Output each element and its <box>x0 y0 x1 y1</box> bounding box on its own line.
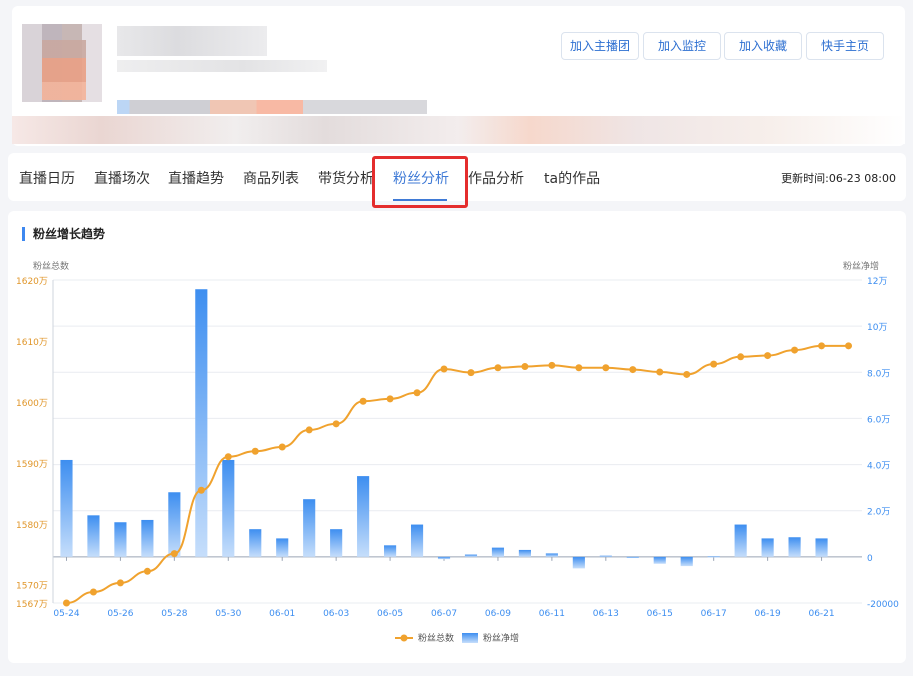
fans-total-point-06-14 <box>629 366 637 374</box>
bar-06-02 <box>303 499 316 557</box>
fans-total-point-06-12 <box>575 364 583 372</box>
fans-total-point-06-11 <box>548 361 556 369</box>
right-tick-label: 12万 <box>867 277 887 287</box>
fans-total-point-06-01 <box>278 443 286 451</box>
left-tick-label: 1620万 <box>16 277 48 287</box>
bar-06-03 <box>330 529 343 557</box>
bar-06-19 <box>761 538 774 557</box>
x-tick-label: 06-03 <box>323 609 349 619</box>
left-tick-label: 1590万 <box>16 460 48 470</box>
bar-05-27 <box>141 519 154 557</box>
right-tick-label: 6.0万 <box>867 415 890 425</box>
bar-06-21 <box>815 538 828 557</box>
fans-total-point-05-30 <box>224 453 232 461</box>
right-tick-label: -20000 <box>867 600 899 610</box>
x-tick-label: 06-17 <box>701 609 727 619</box>
fans-total-point-06-17 <box>710 360 718 368</box>
x-tick-label: 06-19 <box>755 609 781 619</box>
bar-06-15 <box>653 556 666 564</box>
bar-06-13 <box>599 555 612 557</box>
fans-total-point-06-10 <box>521 363 529 371</box>
legend-fans-total: 粉丝总数 <box>418 632 454 644</box>
bar-06-06 <box>410 524 424 557</box>
fans-total-point-06-16 <box>683 370 691 378</box>
x-tick-label: 05-30 <box>215 609 241 619</box>
bar-06-14 <box>626 556 639 559</box>
x-tick-label: 06-11 <box>539 609 565 619</box>
bar-05-31 <box>249 529 262 557</box>
fans-total-point-06-19 <box>764 352 772 360</box>
bar-06-08 <box>464 554 478 557</box>
right-tick-label: 4.0万 <box>867 462 890 472</box>
fans-total-point-06-13 <box>602 364 610 372</box>
fans-total-point-05-24 <box>62 599 70 607</box>
right-tick-label: 10万 <box>867 323 887 333</box>
fans-total-point-06-22 <box>845 342 853 350</box>
fans-total-point-06-02 <box>305 426 313 434</box>
fans-total-point-06-03 <box>332 420 340 428</box>
fans-total-point-06-04 <box>359 397 367 405</box>
fans-total-point-06-21 <box>818 342 826 350</box>
bar-06-17 <box>707 556 720 558</box>
bar-06-11 <box>545 553 558 557</box>
fans-total-line <box>66 344 849 604</box>
bar-05-30 <box>222 459 235 557</box>
fans-total-point-05-29 <box>197 486 205 494</box>
left-tick-label: 1567万 <box>16 600 48 610</box>
left-tick-label: 1570万 <box>16 582 48 592</box>
fans-total-point-05-28 <box>170 550 178 558</box>
left-tick-label: 1610万 <box>16 338 48 348</box>
left-tick-label: 1600万 <box>16 399 48 409</box>
fans-total-point-06-05 <box>386 395 394 403</box>
bar-06-04 <box>357 476 370 557</box>
bar-05-29 <box>195 289 208 557</box>
x-tick-label: 05-24 <box>53 609 79 619</box>
x-tick-label: 06-09 <box>485 609 511 619</box>
bar-06-05 <box>384 545 397 557</box>
fans-total-point-06-15 <box>656 368 664 376</box>
x-tick-label: 06-21 <box>808 609 834 619</box>
fans-total-point-05-27 <box>143 567 151 575</box>
fan-growth-chart: -20000 0 2.0万 4.0万 6.0万 8.0万 10万 12万 1567万 1570万 1… <box>16 277 899 644</box>
bar-06-01 <box>276 538 289 557</box>
bar-06-16 <box>680 556 693 567</box>
legend-bar-swatch <box>462 633 478 643</box>
fans-total-point-05-26 <box>116 579 124 587</box>
bar-05-24 <box>60 459 73 557</box>
x-tick-label: 05-28 <box>161 609 187 619</box>
x-tick-label: 06-07 <box>431 609 457 619</box>
fans-total-point-05-31 <box>251 447 259 455</box>
x-tick-label: 06-15 <box>647 609 673 619</box>
fans-total-point-06-18 <box>737 353 745 361</box>
x-tick-label: 06-01 <box>269 609 295 619</box>
bar-05-25 <box>87 515 100 557</box>
right-tick-label: 2.0万 <box>867 508 890 518</box>
bar-06-18 <box>734 524 747 557</box>
x-tick-label: 06-13 <box>593 609 619 619</box>
bar-06-09 <box>491 547 505 557</box>
fans-total-point-05-25 <box>89 588 97 596</box>
right-tick-label: 8.0万 <box>867 369 890 379</box>
fans-total-point-06-20 <box>791 346 799 354</box>
legend-line-marker <box>400 634 408 642</box>
fans-total-point-06-07 <box>440 365 448 373</box>
bar-06-07 <box>437 556 451 560</box>
fans-total-point-06-06 <box>413 389 421 397</box>
fans-total-point-06-09 <box>494 364 502 372</box>
right-tick-label: 0 <box>867 554 873 564</box>
fans-total-point-06-08 <box>467 369 475 377</box>
legend-fans-net: 粉丝净增 <box>483 632 519 644</box>
x-tick-label: 06-05 <box>377 609 403 619</box>
bar-06-10 <box>518 549 531 557</box>
bar-06-12 <box>572 556 585 569</box>
left-tick-label: 1580万 <box>16 521 48 531</box>
bar-06-20 <box>788 537 801 557</box>
bar-05-28 <box>168 492 181 557</box>
x-tick-label: 05-26 <box>107 609 133 619</box>
bar-05-26 <box>114 522 127 557</box>
